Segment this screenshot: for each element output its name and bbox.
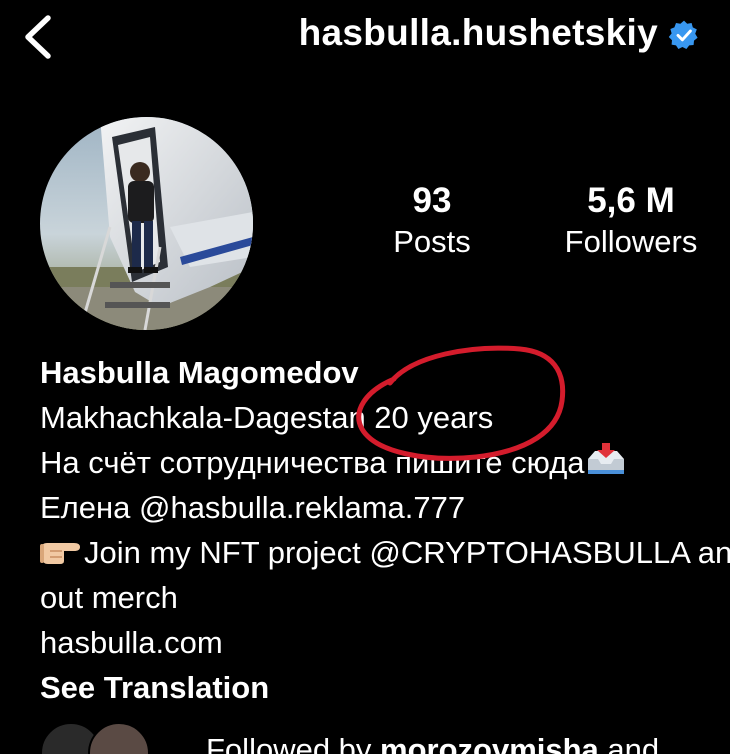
bio-nft-text[interactable]: Join my NFT project @CRYPTOHASBULLA and …: [84, 535, 730, 570]
inbox-tray-icon: [587, 443, 624, 474]
followed-by-prefix: Followed by: [206, 732, 381, 754]
profile-screen: hasbulla.hushetskiy 93 Posts 5,6 M Follo…: [0, 0, 730, 754]
posts-label: Posts: [393, 224, 471, 259]
profile-full-name: Hasbulla Magomedov: [40, 355, 359, 390]
username-title[interactable]: hasbulla.hushetskiy: [299, 12, 658, 54]
profile-avatar[interactable]: [40, 117, 253, 330]
bio-cooperation-text: На счёт сотрудничества пишите сюда: [40, 445, 585, 480]
posts-count: 93: [412, 181, 452, 220]
verified-badge-icon: [668, 20, 698, 49]
followed-by-row[interactable]: Followed by morozovmisha and: [40, 722, 659, 754]
follower-avatar: [88, 722, 150, 754]
bio-line-manager: Елена @hasbulla.reklama.777: [40, 490, 466, 525]
followers-label: Followers: [564, 224, 698, 259]
bio-website-link[interactable]: hasbulla.com: [40, 620, 730, 665]
profile-header: hasbulla.hushetskiy: [299, 12, 700, 54]
back-button[interactable]: [18, 14, 58, 60]
followers-stat[interactable]: 5,6 M Followers: [552, 180, 710, 262]
followed-by-text: Followed by morozovmisha and: [206, 732, 659, 754]
pointing-hand-icon: [40, 543, 80, 564]
posts-stat[interactable]: 93 Posts: [382, 180, 482, 262]
avatar-photo: [40, 117, 253, 330]
followers-count: 5,6 M: [587, 181, 675, 220]
followed-by-suffix: and: [598, 732, 660, 754]
followed-by-user[interactable]: morozovmisha: [380, 732, 599, 754]
see-translation-button[interactable]: See Translation: [40, 665, 730, 710]
bio-line-nft: Join my NFT project @CRYPTOHASBULLA and …: [40, 530, 730, 575]
bio-line-cooperation: На счёт сотрудничества пишите сюда: [40, 440, 730, 485]
chevron-left-icon: [25, 15, 51, 59]
bio-line-location: Makhachkala-Dagestan 20 years: [40, 400, 494, 435]
bio-line-merch: out merch: [40, 580, 178, 615]
profile-bio: Hasbulla Magomedov Makhachkala-Dagestan …: [40, 350, 730, 710]
